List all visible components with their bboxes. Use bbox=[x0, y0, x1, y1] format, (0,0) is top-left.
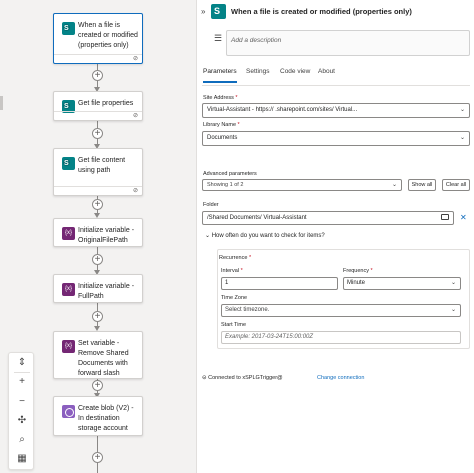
divider bbox=[202, 85, 470, 86]
details-panel: » When a file is created or modified (pr… bbox=[196, 0, 474, 473]
description-icon: ☰ bbox=[214, 33, 223, 43]
divider bbox=[14, 372, 30, 373]
link-icon: ⊘ bbox=[132, 113, 138, 119]
chevron-down-icon: ⌄ bbox=[459, 107, 465, 113]
tab-settings[interactable]: Settings bbox=[246, 68, 270, 75]
chevron-down-icon: ⌄ bbox=[450, 280, 456, 286]
sharepoint-icon bbox=[62, 22, 75, 35]
chevron-down-icon: ⌄ bbox=[459, 135, 465, 141]
site-address-value: Virtual-Assistant - https:// .sharepoint… bbox=[207, 107, 358, 113]
card-title: Get file properties bbox=[78, 100, 134, 107]
advanced-parameters-value: Showing 1 of 2 bbox=[207, 182, 244, 188]
description-input[interactable]: Add a description bbox=[226, 30, 470, 56]
panel-title: When a file is created or modified (prop… bbox=[231, 7, 412, 16]
link-icon: ⊘ bbox=[132, 188, 138, 194]
recurrence-question[interactable]: ⌄ How often do you want to check for ite… bbox=[205, 232, 325, 239]
center-view-icon[interactable]: ✣ bbox=[9, 413, 35, 429]
site-address-label: Site Address * bbox=[203, 95, 238, 101]
link-icon: ⊘ bbox=[132, 56, 138, 62]
action-card-get-file-properties[interactable]: Get file properties ⊘ bbox=[53, 91, 143, 121]
card-title: Get file content using path bbox=[78, 157, 126, 174]
show-all-button[interactable]: Show all bbox=[408, 179, 436, 191]
collapse-panel-icon[interactable]: » bbox=[201, 7, 205, 16]
sharepoint-icon bbox=[62, 157, 75, 170]
add-step-button[interactable]: + bbox=[92, 380, 103, 391]
timezone-placeholder: Select timezone. bbox=[225, 307, 270, 313]
folder-input[interactable]: /Shared Documents/ Virtual-Assistant bbox=[202, 211, 454, 225]
library-name-dropdown[interactable]: Documents ⌄ bbox=[202, 131, 470, 146]
folder-icon[interactable] bbox=[441, 214, 449, 220]
folder-label: Folder bbox=[203, 202, 219, 208]
connection-status: ⊝ Connected to xSPLGTrigger@ bbox=[202, 375, 283, 381]
add-step-button[interactable]: + bbox=[92, 311, 103, 322]
action-card-create-blob[interactable]: Create blob (V2) - In destination storag… bbox=[53, 396, 143, 436]
add-step-button[interactable]: + bbox=[92, 199, 103, 210]
chevron-down-icon: ⌄ bbox=[450, 307, 456, 313]
recurrence-box: Interval * 1 Frequency * Minute ⌄ Time Z… bbox=[217, 249, 470, 349]
canvas-edge-handle[interactable] bbox=[0, 96, 3, 110]
minimap-icon[interactable]: ▦ bbox=[9, 451, 35, 467]
start-time-input[interactable]: Example: 2017-03-24T15:00:00Z bbox=[221, 331, 461, 344]
start-time-label: Start Time bbox=[221, 322, 247, 328]
card-title: Initialize variable - OriginalFilePath bbox=[78, 227, 135, 244]
add-step-button[interactable]: + bbox=[92, 254, 103, 265]
tab-code-view[interactable]: Code view bbox=[280, 68, 310, 75]
variable-icon: {x} bbox=[62, 227, 75, 240]
card-title: Create blob (V2) - In destination storag… bbox=[78, 405, 134, 432]
folder-value: /Shared Documents/ Virtual-Assistant bbox=[207, 215, 307, 221]
action-card-init-full-path[interactable]: {x} Initialize variable - FullPath bbox=[53, 274, 143, 303]
timezone-label: Time Zone bbox=[221, 295, 248, 301]
trigger-card[interactable]: When a file is created or modified (prop… bbox=[53, 13, 143, 64]
library-name-label: Library Name * bbox=[203, 122, 240, 128]
tab-parameters[interactable]: Parameters bbox=[203, 68, 237, 75]
search-icon[interactable]: ⌕ bbox=[9, 432, 35, 448]
close-icon[interactable]: ✕ bbox=[460, 213, 467, 222]
card-footer: ⊘ bbox=[54, 54, 142, 63]
action-card-set-variable[interactable]: {x} Set variable - Remove Shared Documen… bbox=[53, 331, 143, 379]
chevron-down-icon: ⌄ bbox=[391, 182, 397, 188]
card-title: When a file is created or modified (prop… bbox=[78, 22, 138, 49]
change-connection-link[interactable]: Change connection bbox=[317, 375, 364, 381]
sharepoint-icon bbox=[211, 4, 226, 19]
fit-view-icon[interactable]: ⇕ bbox=[9, 355, 35, 371]
canvas-zoom-controls: ⇕ + − ✣ ⌕ ▦ bbox=[8, 352, 34, 470]
library-name-value: Documents bbox=[207, 135, 238, 141]
active-tab-indicator bbox=[203, 81, 237, 83]
card-title: Initialize variable - FullPath bbox=[78, 283, 135, 300]
variable-icon: {x} bbox=[62, 340, 75, 353]
add-step-button[interactable]: + bbox=[92, 128, 103, 139]
timezone-dropdown[interactable]: Select timezone. ⌄ bbox=[221, 304, 461, 317]
interval-input[interactable]: 1 bbox=[221, 277, 338, 290]
variable-icon: {x} bbox=[62, 283, 75, 296]
clear-all-button[interactable]: Clear all bbox=[442, 179, 470, 191]
site-address-dropdown[interactable]: Virtual-Assistant - https:// .sharepoint… bbox=[202, 103, 470, 118]
add-step-button[interactable]: + bbox=[92, 452, 103, 463]
card-footer: ⊘ bbox=[54, 111, 142, 120]
zoom-out-icon[interactable]: − bbox=[9, 394, 35, 410]
frequency-value: Minute bbox=[347, 280, 366, 286]
tab-about[interactable]: About bbox=[318, 68, 335, 75]
zoom-in-icon[interactable]: + bbox=[9, 374, 35, 390]
card-footer: ⊘ bbox=[54, 186, 142, 195]
advanced-parameters-dropdown[interactable]: Showing 1 of 2 ⌄ bbox=[202, 179, 402, 191]
frequency-label: Frequency * bbox=[343, 268, 373, 274]
card-title: Set variable - Remove Shared Documents w… bbox=[78, 340, 129, 377]
blob-storage-icon bbox=[62, 405, 75, 418]
add-step-button[interactable]: + bbox=[92, 70, 103, 81]
action-card-get-file-content[interactable]: Get file content using path ⊘ bbox=[53, 148, 143, 196]
advanced-parameters-label: Advanced parameters bbox=[203, 171, 257, 177]
flow-canvas[interactable]: + + + + + + + When a file is created or … bbox=[0, 0, 196, 473]
frequency-dropdown[interactable]: Minute ⌄ bbox=[343, 277, 461, 290]
action-card-init-original-file-path[interactable]: {x} Initialize variable - OriginalFilePa… bbox=[53, 218, 143, 247]
app-root: + + + + + + + When a file is created or … bbox=[0, 0, 474, 473]
interval-label: Interval * bbox=[221, 268, 243, 274]
